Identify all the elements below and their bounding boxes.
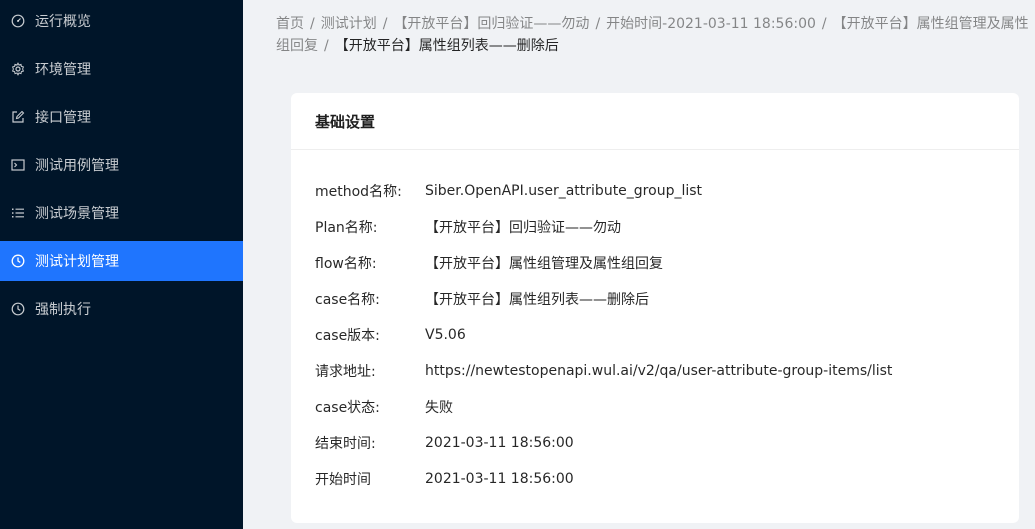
setting-row-method: method名称: Siber.OpenAPI.user_attribute_g… bbox=[315, 173, 892, 209]
sidebar-item-force-execute[interactable]: 强制执行 bbox=[0, 289, 243, 329]
sidebar-item-label: 环境管理 bbox=[35, 62, 91, 78]
setting-value: V5.06 bbox=[425, 327, 466, 343]
setting-label: Plan名称: bbox=[315, 220, 378, 236]
breadcrumb-separator: / bbox=[310, 16, 315, 32]
terminal-icon bbox=[11, 158, 25, 172]
setting-label: case名称: bbox=[315, 292, 380, 308]
breadcrumb-item-start-time[interactable]: 开始时间-2021-03-11 18:56:00 bbox=[606, 16, 816, 32]
clock-icon bbox=[11, 254, 25, 268]
setting-value: Siber.OpenAPI.user_attribute_group_list bbox=[425, 183, 703, 199]
setting-label: 结束时间: bbox=[315, 436, 376, 452]
setting-value: 失败 bbox=[425, 400, 453, 416]
setting-row-plan: Plan名称: 【开放平台】回归验证——勿动 bbox=[315, 209, 892, 245]
breadcrumb-item-home[interactable]: 首页 bbox=[276, 16, 304, 32]
sidebar-item-scenario[interactable]: 测试场景管理 bbox=[0, 193, 243, 233]
sidebar-item-testplan[interactable]: 测试计划管理 bbox=[0, 241, 243, 281]
setting-row-case-status: case状态: 失败 bbox=[315, 389, 892, 425]
setting-row-case-version: case版本: V5.06 bbox=[315, 317, 892, 353]
basic-settings-card: 基础设置 method名称: Siber.OpenAPI.user_attrib… bbox=[291, 93, 1019, 523]
breadcrumb-separator: / bbox=[382, 16, 388, 32]
clock-icon bbox=[11, 302, 25, 316]
sidebar-item-environment[interactable]: 环境管理 bbox=[0, 49, 243, 89]
sidebar-item-label: 强制执行 bbox=[35, 302, 91, 318]
sidebar-item-label: 测试计划管理 bbox=[35, 254, 119, 270]
breadcrumb-separator: / bbox=[821, 16, 827, 32]
setting-row-start-time: 开始时间 2021-03-11 18:56:00 bbox=[315, 461, 892, 497]
setting-value: 【开放平台】属性组列表——删除后 bbox=[425, 292, 649, 308]
sidebar-item-label: 运行概览 bbox=[35, 14, 91, 30]
sidebar-item-testcase[interactable]: 测试用例管理 bbox=[0, 145, 243, 185]
setting-label: method名称: bbox=[315, 184, 402, 200]
breadcrumb: 首页 / 测试计划 / 【开放平台】回归验证——勿动 / 开始时间-2021-03-11 1… bbox=[276, 13, 1031, 57]
settings-list: method名称: Siber.OpenAPI.user_attribute_g… bbox=[315, 173, 892, 497]
setting-row-case-name: case名称: 【开放平台】属性组列表——删除后 bbox=[315, 281, 892, 317]
breadcrumb-separator: / bbox=[595, 16, 601, 32]
setting-row-flow: flow名称: 【开放平台】属性组管理及属性组回复 bbox=[315, 245, 892, 281]
sidebar-item-label: 接口管理 bbox=[35, 110, 91, 126]
sidebar: 运行概览 环境管理 接口管理 测试用例管理 测试场景管理 测试计划管理 强制执行 bbox=[0, 0, 243, 529]
setting-label: 请求地址: bbox=[315, 364, 376, 380]
sidebar-item-label: 测试场景管理 bbox=[35, 206, 119, 222]
setting-label: case版本: bbox=[315, 328, 380, 344]
gear-icon bbox=[11, 62, 25, 76]
setting-label: case状态: bbox=[315, 400, 380, 416]
setting-value: 2021-03-11 18:56:00 bbox=[425, 435, 574, 451]
setting-row-request-url: 请求地址: https://newtestopenapi.wul.ai/v2/q… bbox=[315, 353, 892, 389]
setting-row-end-time: 结束时间: 2021-03-11 18:56:00 bbox=[315, 425, 892, 461]
breadcrumb-item-current: 【开放平台】属性组列表——删除后 bbox=[334, 38, 559, 54]
breadcrumb-item-testplan[interactable]: 测试计划 bbox=[321, 16, 377, 32]
main-content: 首页 / 测试计划 / 【开放平台】回归验证——勿动 / 开始时间-2021-03-11 1… bbox=[243, 0, 1035, 529]
setting-label: flow名称: bbox=[315, 256, 377, 272]
setting-label: 开始时间 bbox=[315, 472, 371, 488]
breadcrumb-separator: / bbox=[324, 38, 329, 54]
setting-value: 【开放平台】属性组管理及属性组回复 bbox=[425, 256, 663, 272]
list-icon bbox=[11, 206, 25, 220]
dashboard-icon bbox=[11, 14, 25, 28]
sidebar-item-overview[interactable]: 运行概览 bbox=[0, 1, 243, 41]
breadcrumb-item-plan[interactable]: 【开放平台】回归验证——勿动 bbox=[393, 16, 589, 32]
sidebar-item-api[interactable]: 接口管理 bbox=[0, 97, 243, 137]
card-title: 基础设置 bbox=[291, 93, 1019, 150]
setting-value: 2021-03-11 18:56:00 bbox=[425, 471, 574, 487]
setting-value: 【开放平台】回归验证——勿动 bbox=[425, 220, 621, 236]
sidebar-item-label: 测试用例管理 bbox=[35, 158, 119, 174]
setting-value: https://newtestopenapi.wul.ai/v2/qa/user… bbox=[425, 363, 893, 379]
edit-icon bbox=[11, 110, 25, 124]
